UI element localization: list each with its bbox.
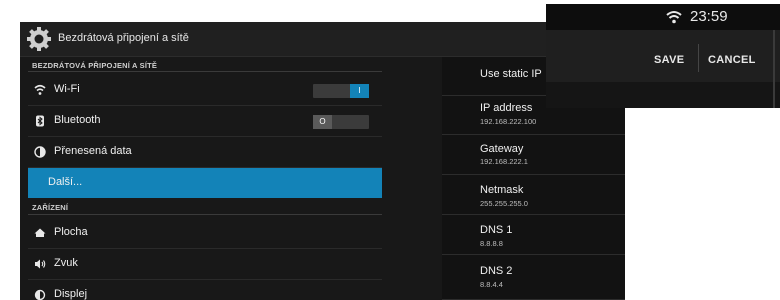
data-usage-label: Přenesená data bbox=[54, 145, 132, 157]
settings-item-bluetooth[interactable]: Bluetooth O bbox=[28, 106, 382, 137]
ip-address-label: IP address bbox=[480, 102, 533, 114]
gear-icon bbox=[27, 27, 51, 51]
action-bar: SAVE CANCEL bbox=[546, 30, 780, 83]
sound-label: Zvuk bbox=[54, 257, 78, 269]
page-title: Bezdrátová připojení a sítě bbox=[58, 32, 189, 44]
dns1-row[interactable]: DNS 1 8.8.8.8 bbox=[442, 215, 625, 255]
netmask-row[interactable]: Netmask 255.255.255.0 bbox=[442, 175, 625, 215]
gateway-value: 192.168.222.1 bbox=[480, 157, 528, 166]
settings-window: Bezdrátová připojení a sítě BEZDRÁTOVÁ P… bbox=[20, 22, 625, 300]
brightness-icon bbox=[34, 289, 46, 300]
dialog-edge bbox=[773, 30, 775, 108]
button-divider bbox=[698, 44, 699, 72]
netmask-label: Netmask bbox=[480, 184, 524, 196]
settings-list: BEZDRÁTOVÁ PŘIPOJENÍ A SÍTĚ Wi-Fi I Blue… bbox=[20, 57, 382, 300]
save-button[interactable]: SAVE bbox=[654, 54, 684, 66]
dialog-body bbox=[546, 82, 780, 108]
bluetooth-label: Bluetooth bbox=[54, 114, 101, 126]
settings-item-wifi[interactable]: Wi-Fi I bbox=[28, 75, 382, 106]
gateway-label: Gateway bbox=[480, 143, 524, 155]
wifi-icon bbox=[34, 84, 46, 95]
static-ip-label: Use static IP bbox=[480, 68, 542, 80]
data-usage-icon bbox=[34, 146, 46, 158]
dns2-row[interactable]: DNS 2 8.8.4.4 bbox=[442, 255, 625, 300]
ip-address-value: 192.168.222.100 bbox=[480, 117, 537, 126]
netmask-value: 255.255.255.0 bbox=[480, 199, 528, 208]
bluetooth-icon bbox=[36, 115, 44, 127]
cancel-button[interactable]: CANCEL bbox=[708, 54, 756, 66]
display-label: Displej bbox=[54, 288, 88, 300]
gateway-row[interactable]: Gateway 192.168.222.1 bbox=[442, 135, 625, 175]
title-bar: Bezdrátová připojení a sítě bbox=[20, 22, 625, 57]
dns1-label: DNS 1 bbox=[480, 224, 513, 236]
clock: 23:59 bbox=[690, 8, 728, 25]
settings-item-more[interactable]: Další... bbox=[28, 168, 382, 198]
bluetooth-toggle-knob: O bbox=[313, 115, 332, 129]
wifi-label: Wi-Fi bbox=[54, 83, 80, 95]
dns2-label: DNS 2 bbox=[480, 265, 513, 277]
section-divider bbox=[28, 71, 382, 72]
settings-item-display[interactable]: Displej bbox=[28, 280, 382, 300]
wifi-toggle[interactable]: I bbox=[313, 84, 369, 98]
section-divider bbox=[28, 214, 382, 215]
more-label: Další... bbox=[48, 176, 83, 188]
settings-item-home[interactable]: Plocha bbox=[28, 218, 382, 249]
sound-icon bbox=[35, 259, 46, 269]
bluetooth-toggle[interactable]: O bbox=[313, 115, 369, 129]
section-header-device: ZAŘÍZENÍ bbox=[32, 203, 69, 212]
wifi-signal-icon bbox=[666, 11, 682, 24]
section-header-wireless: BEZDRÁTOVÁ PŘIPOJENÍ A SÍTĚ bbox=[32, 61, 158, 70]
home-icon bbox=[34, 228, 46, 237]
dns1-value: 8.8.8.8 bbox=[480, 239, 503, 248]
settings-item-sound[interactable]: Zvuk bbox=[28, 249, 382, 280]
status-bar: 23:59 bbox=[546, 4, 780, 30]
wifi-toggle-knob: I bbox=[350, 84, 369, 98]
dns2-value: 8.8.4.4 bbox=[480, 280, 503, 289]
home-label: Plocha bbox=[54, 226, 88, 238]
settings-item-data-usage[interactable]: Přenesená data bbox=[28, 137, 382, 168]
dialog-action-bar: 23:59 SAVE CANCEL bbox=[546, 4, 780, 108]
